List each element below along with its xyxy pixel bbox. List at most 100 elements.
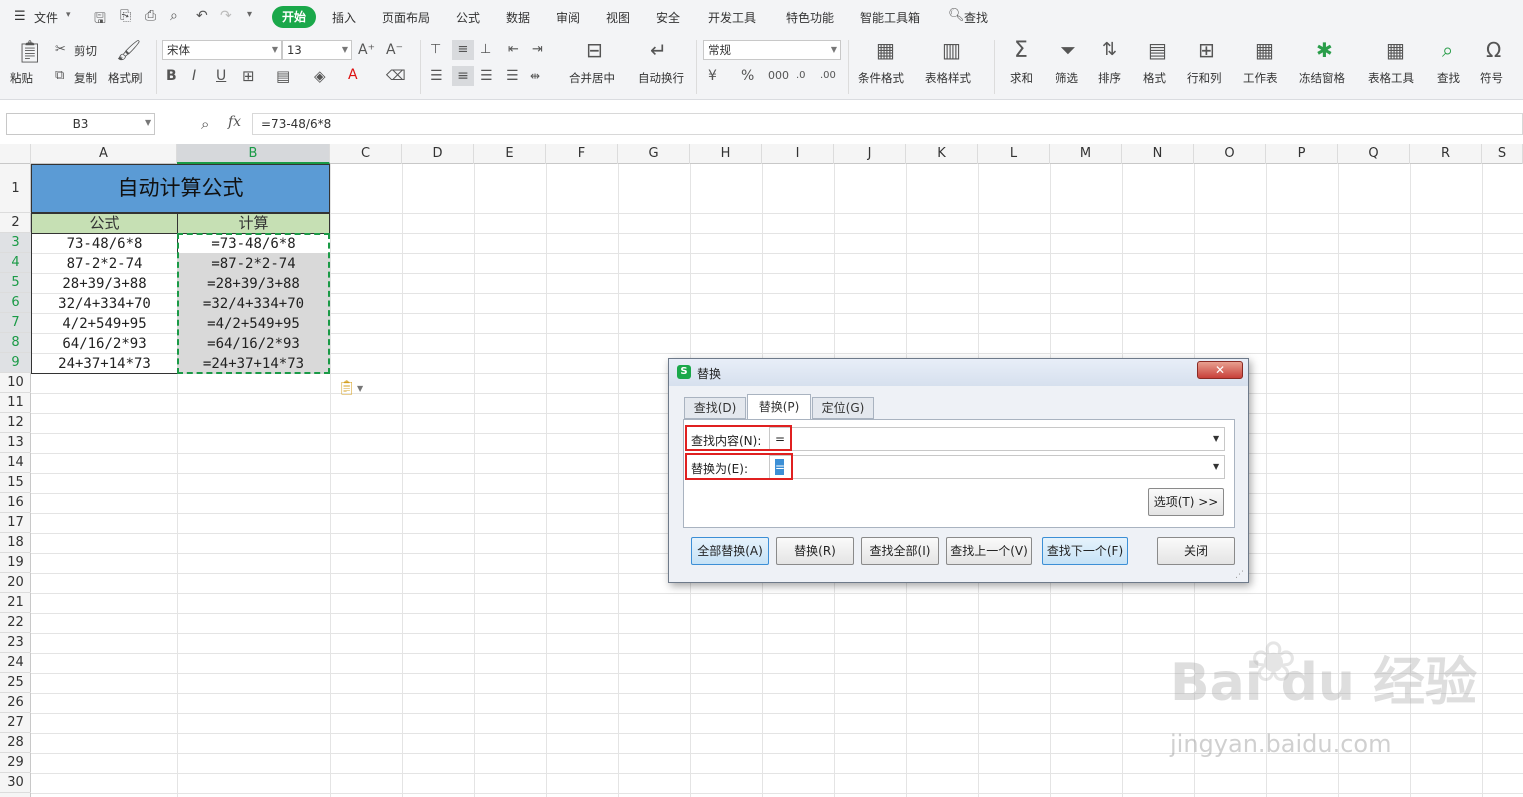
column-header[interactable]: F <box>546 144 618 164</box>
find-input[interactable] <box>769 427 1225 451</box>
sum-button[interactable]: 求和 <box>1010 70 1033 86</box>
bold-icon[interactable]: B <box>166 68 177 84</box>
table-cell[interactable]: =28+39/3+88 <box>177 274 330 294</box>
format-button[interactable]: 格式 <box>1143 70 1166 86</box>
table-cell[interactable]: 24+37+14*73 <box>31 354 178 374</box>
row-header-selected[interactable]: 7 <box>0 313 31 333</box>
zoom-icon[interactable]: ⌕ <box>201 115 209 133</box>
row-header-selected[interactable]: 3 <box>0 233 31 253</box>
table-cell[interactable]: =64/16/2*93 <box>177 334 330 354</box>
tab-review[interactable]: 审阅 <box>556 9 580 26</box>
filter-button[interactable]: 筛选 <box>1055 70 1078 86</box>
dialog-titlebar[interactable]: S 替换 ✕ <box>669 359 1248 386</box>
row-header[interactable]: 25 <box>0 673 31 693</box>
print-icon[interactable]: ⎙ <box>145 8 156 24</box>
tab-goto[interactable]: 定位(G) <box>812 397 874 419</box>
fx-icon[interactable]: fx <box>228 114 241 130</box>
increase-indent-icon[interactable]: ⇥ <box>532 42 543 58</box>
row-header[interactable]: 30 <box>0 773 31 793</box>
column-header[interactable]: H <box>690 144 762 164</box>
scissors-icon[interactable]: ✂ <box>55 42 66 58</box>
column-header[interactable]: L <box>978 144 1050 164</box>
tab-security[interactable]: 安全 <box>656 9 680 26</box>
currency-icon[interactable]: ¥ <box>708 68 717 84</box>
row-header[interactable]: 19 <box>0 553 31 573</box>
paste-icon[interactable]: 📋︎ <box>16 42 44 64</box>
table-cell[interactable]: 32/4+334+70 <box>31 294 178 314</box>
row-header-selected[interactable]: 5 <box>0 273 31 293</box>
font-color-icon[interactable]: A <box>348 67 358 83</box>
more-icon[interactable]: ▾ <box>247 9 252 20</box>
worksheet-icon[interactable]: ▦ <box>1255 40 1274 60</box>
align-right-icon[interactable]: ☰ <box>480 68 493 84</box>
table-cell[interactable]: 28+39/3+88 <box>31 274 178 294</box>
wrap-text-icon[interactable]: ↵ <box>650 40 667 60</box>
redo-icon[interactable]: ↷ <box>220 8 232 24</box>
row-header[interactable]: 11 <box>0 393 31 413</box>
filter-icon[interactable]: ⏷ <box>1060 40 1076 60</box>
percent-icon[interactable]: % <box>741 68 754 84</box>
save-icon[interactable]: 🖫 <box>94 8 106 32</box>
column-header[interactable]: A <box>31 144 177 164</box>
cut-button[interactable]: 剪切 <box>74 43 97 59</box>
cell-style-icon[interactable]: ▤ <box>276 68 290 84</box>
header-cell-formula[interactable]: 公式 <box>31 213 178 234</box>
thousands-icon[interactable]: 000 <box>768 68 789 84</box>
table-cell[interactable]: =24+37+14*73 <box>177 354 330 374</box>
worksheet-button[interactable]: 工作表 <box>1243 70 1278 86</box>
file-menu[interactable]: 文件 <box>34 9 58 26</box>
table-cell[interactable]: =4/2+549+95 <box>177 314 330 334</box>
fill-color-icon[interactable]: ◈ <box>314 68 326 84</box>
close-button[interactable]: 关闭 <box>1157 537 1235 565</box>
row-header[interactable]: 22 <box>0 613 31 633</box>
tab-special-features[interactable]: 特色功能 <box>786 9 834 26</box>
row-header[interactable]: 27 <box>0 713 31 733</box>
tab-smart-toolbox[interactable]: 智能工具箱 <box>860 9 920 26</box>
table-cell[interactable]: 87-2*2-74 <box>31 254 178 274</box>
search-command[interactable]: 查找 <box>964 9 988 26</box>
align-middle-icon[interactable]: ≡ <box>452 40 474 60</box>
table-style-icon[interactable]: ▥ <box>942 40 961 60</box>
find-next-button[interactable]: 查找下一个(F) <box>1042 537 1128 565</box>
table-style-button[interactable]: 表格样式 <box>925 70 971 86</box>
row-header[interactable]: 24 <box>0 653 31 673</box>
column-header[interactable]: E <box>474 144 546 164</box>
table-cell-active[interactable]: =73-48/6*8 <box>177 234 330 254</box>
decrease-font-icon[interactable]: A⁻ <box>386 42 403 58</box>
column-header[interactable]: P <box>1266 144 1338 164</box>
name-box[interactable]: B3 <box>6 113 155 135</box>
row-header[interactable]: 26 <box>0 693 31 713</box>
table-tools-icon[interactable]: ▦ <box>1386 40 1405 60</box>
conditional-format-button[interactable]: 条件格式 <box>858 70 904 86</box>
column-header[interactable]: G <box>618 144 690 164</box>
column-header-selected[interactable]: B <box>177 144 330 164</box>
paste-options-icon[interactable]: 📋︎ <box>338 380 356 396</box>
format-painter-icon[interactable]: 🖌︎ <box>116 40 141 60</box>
symbol-icon[interactable]: Ω <box>1486 40 1501 60</box>
eraser-icon[interactable]: ⌫ <box>386 68 406 84</box>
sheet-title-cell[interactable]: 自动计算公式 <box>31 164 330 213</box>
row-header[interactable]: 2 <box>0 213 31 233</box>
merge-center-icon[interactable]: ⊟ <box>586 40 603 60</box>
replace-button[interactable]: 替换(R) <box>776 537 854 565</box>
find-button[interactable]: 查找 <box>1437 70 1460 86</box>
column-header[interactable]: N <box>1122 144 1194 164</box>
tab-start[interactable]: 开始 <box>272 6 316 28</box>
sum-icon[interactable]: Σ <box>1014 40 1028 62</box>
formula-input[interactable]: =73-48/6*8 <box>252 113 1523 135</box>
row-header[interactable]: 29 <box>0 753 31 773</box>
chevron-down-icon[interactable]: ▼ <box>1213 434 1219 443</box>
freeze-panes-icon[interactable]: ✱ <box>1316 40 1333 60</box>
row-header-selected[interactable]: 4 <box>0 253 31 273</box>
row-header[interactable]: 13 <box>0 433 31 453</box>
tab-page-layout[interactable]: 页面布局 <box>382 9 430 26</box>
copy-icon[interactable]: ⧉ <box>55 68 64 84</box>
align-top-icon[interactable]: ⊤ <box>430 42 441 58</box>
column-header[interactable]: S <box>1482 144 1523 164</box>
paste-button[interactable]: 粘贴 <box>10 70 33 86</box>
row-header[interactable]: 12 <box>0 413 31 433</box>
row-header[interactable]: 10 <box>0 373 31 393</box>
replace-all-button[interactable]: 全部替换(A) <box>691 537 769 565</box>
sort-button[interactable]: 排序 <box>1098 70 1121 86</box>
chevron-down-icon[interactable]: ▼ <box>1213 462 1219 471</box>
